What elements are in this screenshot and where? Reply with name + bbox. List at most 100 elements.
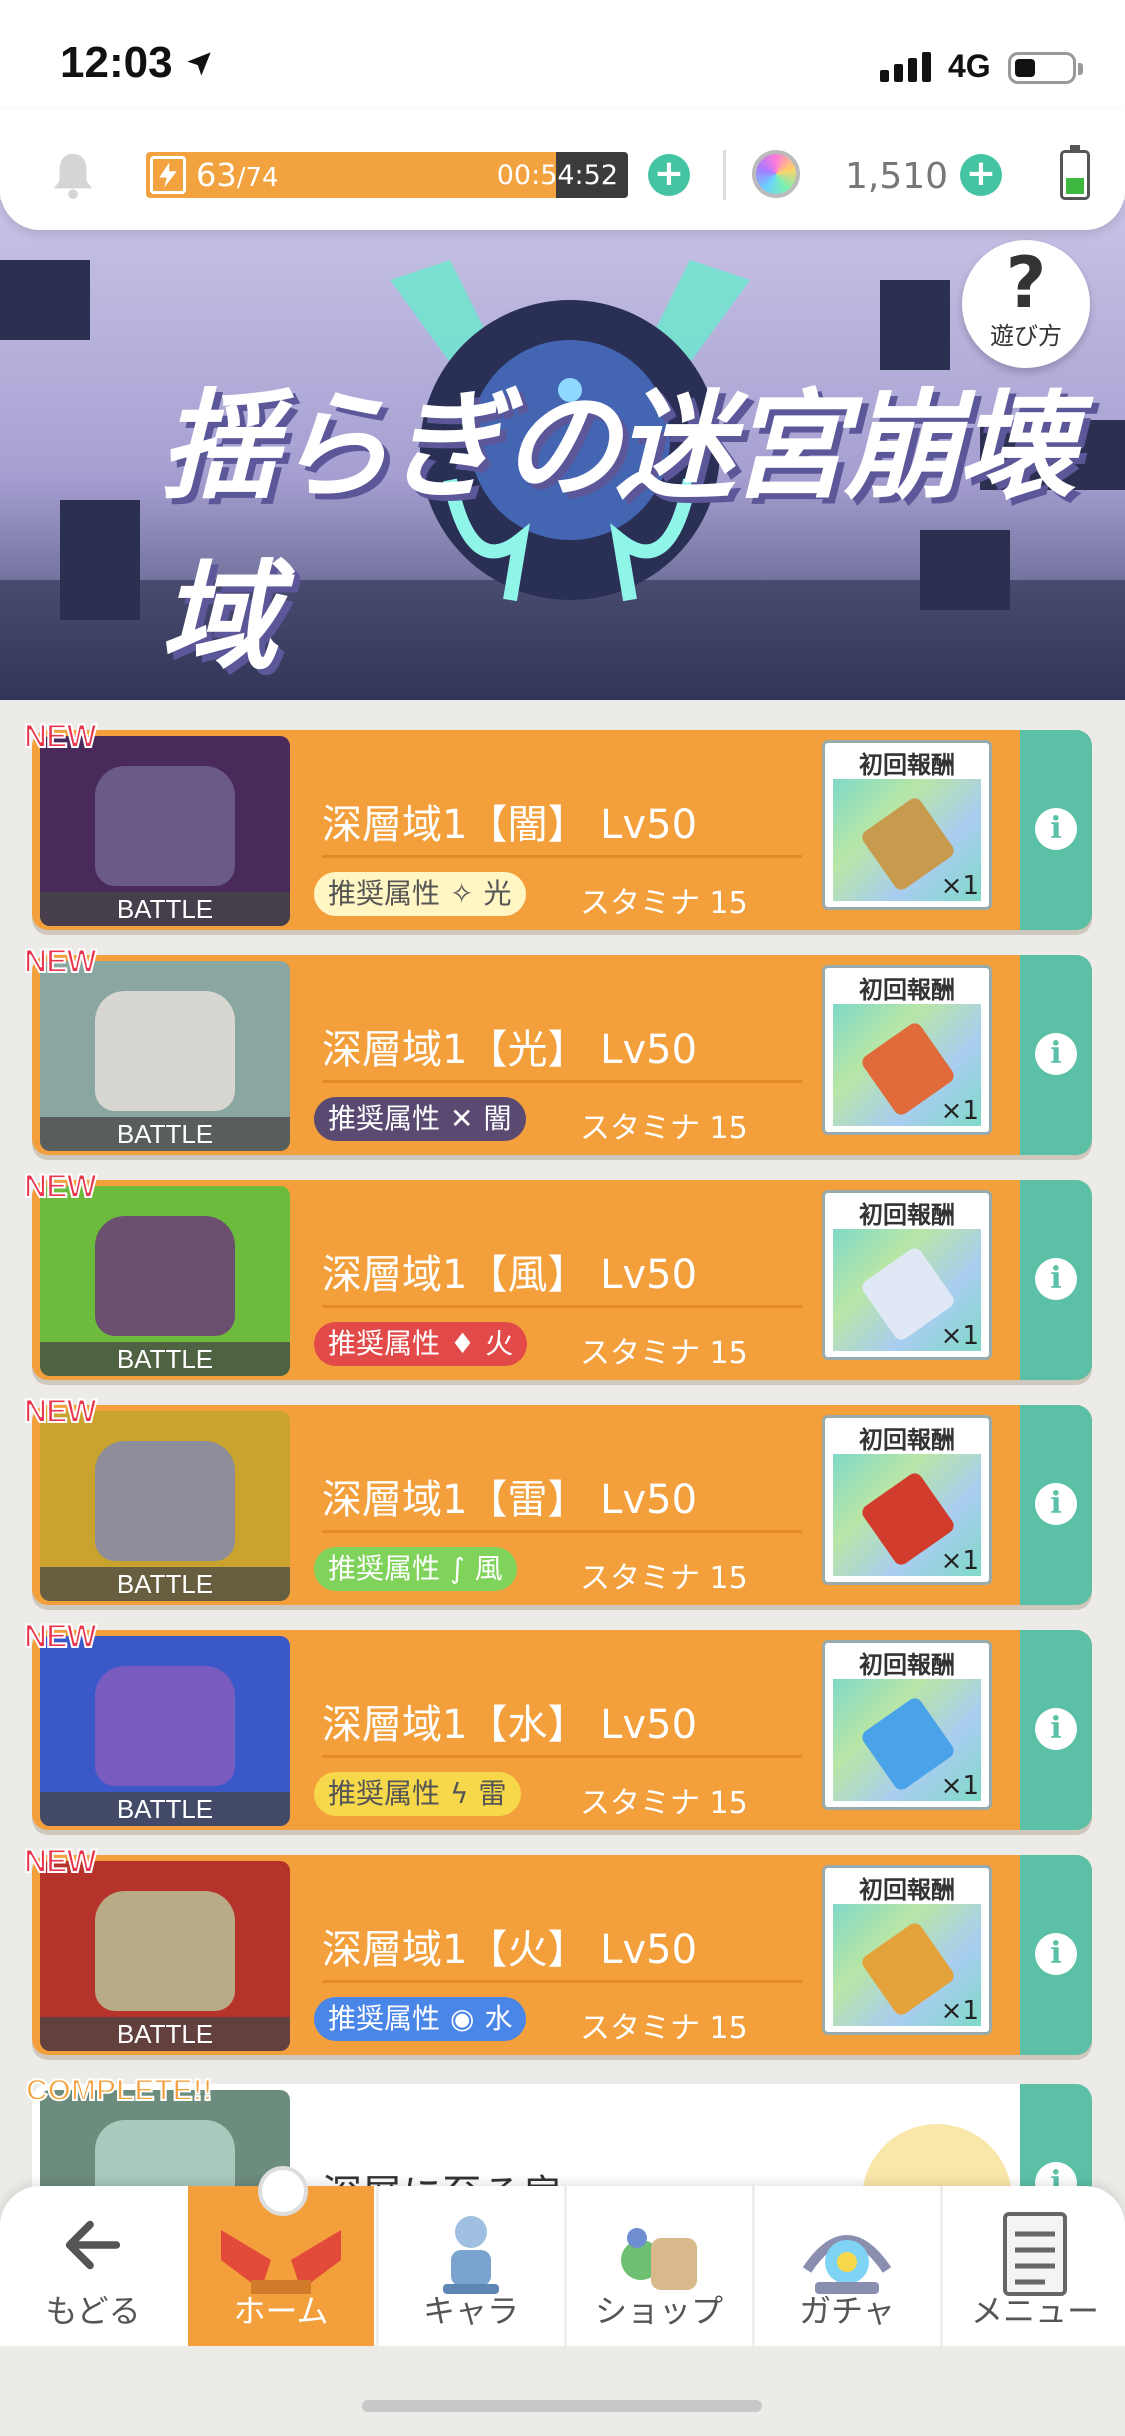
monster-sprite [95, 991, 235, 1111]
battery-saver-icon[interactable] [1060, 145, 1090, 200]
stamina-cost: スタミナ 15 [580, 886, 748, 921]
new-badge: NEW [23, 942, 98, 980]
nav-back[interactable]: もどる [0, 2186, 186, 2346]
stamina-timer: 00:54:52 [496, 160, 618, 191]
info-tab: i [1020, 1855, 1092, 2055]
stamina-bar: 63/74 00:54:52 [146, 152, 628, 198]
reward-label: 初回報酬 [859, 976, 955, 1004]
location-arrow-icon [187, 52, 211, 76]
battle-label: BATTLE [40, 1567, 290, 1601]
attribute-icon: ♦ [450, 1327, 476, 1360]
home-indicator[interactable] [362, 2400, 762, 2412]
recommended-attribute: 推奨属性 ✕ 闇 [314, 1097, 526, 1141]
nav-chara-label: キャラ [422, 2292, 519, 2330]
banner-title: 揺らぎの迷宮崩壊域 [160, 377, 1076, 686]
quest-thumbnail[interactable]: BATTLE [40, 736, 290, 926]
reward-quantity: ×1 [940, 1321, 979, 1351]
info-icon[interactable]: i [1035, 1483, 1077, 1525]
new-badge: NEW [23, 1842, 98, 1880]
divider [322, 855, 802, 858]
nav-home-label: ホーム [233, 2292, 329, 2330]
info-icon[interactable]: i [1035, 1708, 1077, 1750]
header-divider [723, 150, 726, 200]
divider [322, 1530, 802, 1533]
divider [322, 1305, 802, 1308]
info-icon[interactable]: i [1035, 1258, 1077, 1300]
nav-menu[interactable]: メニュー [942, 2186, 1125, 2346]
reward-label: 初回報酬 [859, 1201, 955, 1229]
info-icon[interactable]: i [1035, 808, 1077, 850]
attribute-icon: ✧ [450, 877, 474, 910]
quest-row[interactable]: BATTLE NEW 深層域1【闇】 Lv50 推奨属性 ✧ 光 スタミナ 15… [23, 717, 1092, 930]
first-clear-reward[interactable]: 初回報酬 ×1 [822, 1190, 992, 1360]
how-to-play-label: 遊び方 [990, 322, 1062, 350]
first-clear-reward[interactable]: 初回報酬 ×1 [822, 1640, 992, 1810]
info-tab: i [1020, 1180, 1092, 1380]
status-time: 12:03 [60, 38, 173, 87]
attribute-name: 風 [474, 1552, 503, 1585]
gem-icon [752, 150, 800, 198]
battle-label: BATTLE [40, 1342, 290, 1376]
battle-label: BATTLE [40, 892, 290, 926]
first-clear-reward[interactable]: 初回報酬 ×1 [822, 1865, 992, 2035]
reward-quantity: ×1 [940, 1096, 979, 1126]
reward-label: 初回報酬 [859, 1651, 955, 1679]
attribute-icon: ∫ [450, 1552, 465, 1585]
recommended-attribute: 推奨属性 ✧ 光 [314, 872, 526, 916]
bell-icon[interactable] [50, 150, 96, 200]
quest-title: 深層域1【水】 Lv50 [322, 1702, 698, 1748]
attribute-label: 推奨属性 [328, 1552, 441, 1585]
network-type: 4G [948, 48, 991, 84]
recommended-attribute: 推奨属性 ◉ 水 [314, 1997, 527, 2041]
quest-thumbnail[interactable]: BATTLE [40, 961, 290, 1151]
add-stamina-button[interactable]: + [648, 154, 690, 196]
nav-shop[interactable]: ショップ [566, 2186, 752, 2346]
quest-row[interactable]: BATTLE NEW 深層域1【光】 Lv50 推奨属性 ✕ 闇 スタミナ 15… [23, 942, 1092, 1155]
event-banner: 揺らぎの迷宮崩壊域 ? 遊び方 [0, 200, 1125, 700]
monster-sprite [95, 1216, 235, 1336]
info-icon[interactable]: i [1035, 1033, 1077, 1075]
lightning-icon [150, 156, 186, 194]
quest-thumbnail[interactable]: BATTLE [40, 1186, 290, 1376]
back-arrow-icon [65, 2220, 121, 2270]
quest-title: 深層域1【雷】 Lv50 [322, 1477, 698, 1523]
quest-title: 深層域1【闇】 Lv50 [322, 802, 698, 848]
nav-back-label: もどる [45, 2292, 141, 2330]
nav-gacha[interactable]: ガチャ [754, 2186, 940, 2346]
divider [322, 1755, 802, 1758]
resource-header: 63/74 00:54:52 + 1,510 + [0, 110, 1125, 230]
safe-area [0, 2346, 1125, 2436]
stamina-max: /74 [236, 163, 279, 193]
reward-quantity: ×1 [940, 1546, 979, 1576]
nav-shop-label: ショップ [594, 2292, 723, 2330]
quest-thumbnail[interactable]: BATTLE [40, 1411, 290, 1601]
recommended-attribute: 推奨属性 ϟ 雷 [314, 1772, 521, 1816]
divider [322, 1980, 802, 1983]
first-clear-reward[interactable]: 初回報酬 ×1 [822, 965, 992, 1135]
quest-row[interactable]: BATTLE NEW 深層域1【水】 Lv50 推奨属性 ϟ 雷 スタミナ 15… [23, 1617, 1092, 1830]
quest-title: 深層域1【光】 Lv50 [322, 1027, 698, 1073]
stamina-current: 63 [196, 156, 237, 194]
new-badge: NEW [23, 1617, 98, 1655]
quest-row[interactable]: BATTLE NEW 深層域1【火】 Lv50 推奨属性 ◉ 水 スタミナ 15… [23, 1842, 1092, 2055]
quest-thumbnail[interactable]: BATTLE [40, 1861, 290, 2051]
quest-thumbnail[interactable]: BATTLE [40, 1636, 290, 1826]
reward-quantity: ×1 [940, 1771, 979, 1801]
reward-label: 初回報酬 [859, 1876, 955, 1904]
add-gems-button[interactable]: + [960, 154, 1002, 196]
quest-row[interactable]: BATTLE NEW 深層域1【風】 Lv50 推奨属性 ♦ 火 スタミナ 15… [23, 1167, 1092, 1380]
attribute-name: 火 [485, 1327, 514, 1360]
info-icon[interactable]: i [1035, 1933, 1077, 1975]
stamina-cost: スタミナ 15 [580, 1336, 748, 1371]
gem-count: 1,510 [845, 156, 949, 197]
how-to-play-button[interactable]: ? 遊び方 [962, 240, 1090, 368]
first-clear-reward[interactable]: 初回報酬 ×1 [822, 740, 992, 910]
new-badge: NEW [23, 717, 98, 755]
nav-chara[interactable]: キャラ [378, 2186, 564, 2346]
reward-quantity: ×1 [940, 1996, 979, 2026]
attribute-label: 推奨属性 [328, 1102, 441, 1135]
new-badge: NEW [23, 1167, 98, 1205]
quest-row[interactable]: BATTLE NEW 深層域1【雷】 Lv50 推奨属性 ∫ 風 スタミナ 15… [23, 1392, 1092, 1605]
reward-quantity: ×1 [940, 871, 979, 901]
first-clear-reward[interactable]: 初回報酬 ×1 [822, 1415, 992, 1585]
